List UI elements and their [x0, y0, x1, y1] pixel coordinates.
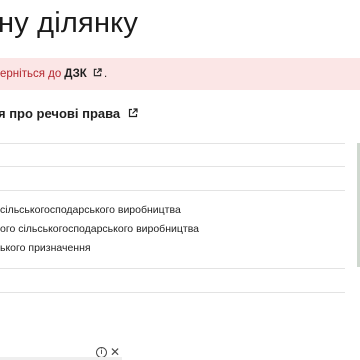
external-link-icon: [93, 68, 102, 80]
info-icon[interactable]: i: [96, 346, 107, 358]
external-link-icon: [128, 106, 138, 121]
alert-period: .: [104, 68, 108, 80]
divider: [0, 143, 345, 144]
rights-info-link[interactable]: я про речові права: [0, 106, 138, 121]
rights-info-label: я про речові права: [0, 106, 121, 121]
dzk-link-label: ДЗК: [64, 68, 87, 81]
alert-text: ерніться до: [0, 68, 62, 80]
divider: [0, 268, 345, 269]
purpose-item: ького призначення: [0, 242, 91, 254]
dzk-link[interactable]: ДЗК: [64, 68, 102, 80]
purpose-item: сільськогосподарського виробництва: [0, 204, 181, 216]
divider: [0, 292, 345, 293]
error-alert: ерніться до ДЗК .: [0, 58, 360, 90]
page: ну ділянку ерніться до ДЗК . я про речов…: [0, 0, 360, 360]
purpose-item: ого сільськогосподарського виробництва: [0, 223, 199, 235]
divider: [0, 166, 345, 167]
divider: [0, 190, 345, 191]
page-title: ну ділянку: [0, 7, 139, 39]
